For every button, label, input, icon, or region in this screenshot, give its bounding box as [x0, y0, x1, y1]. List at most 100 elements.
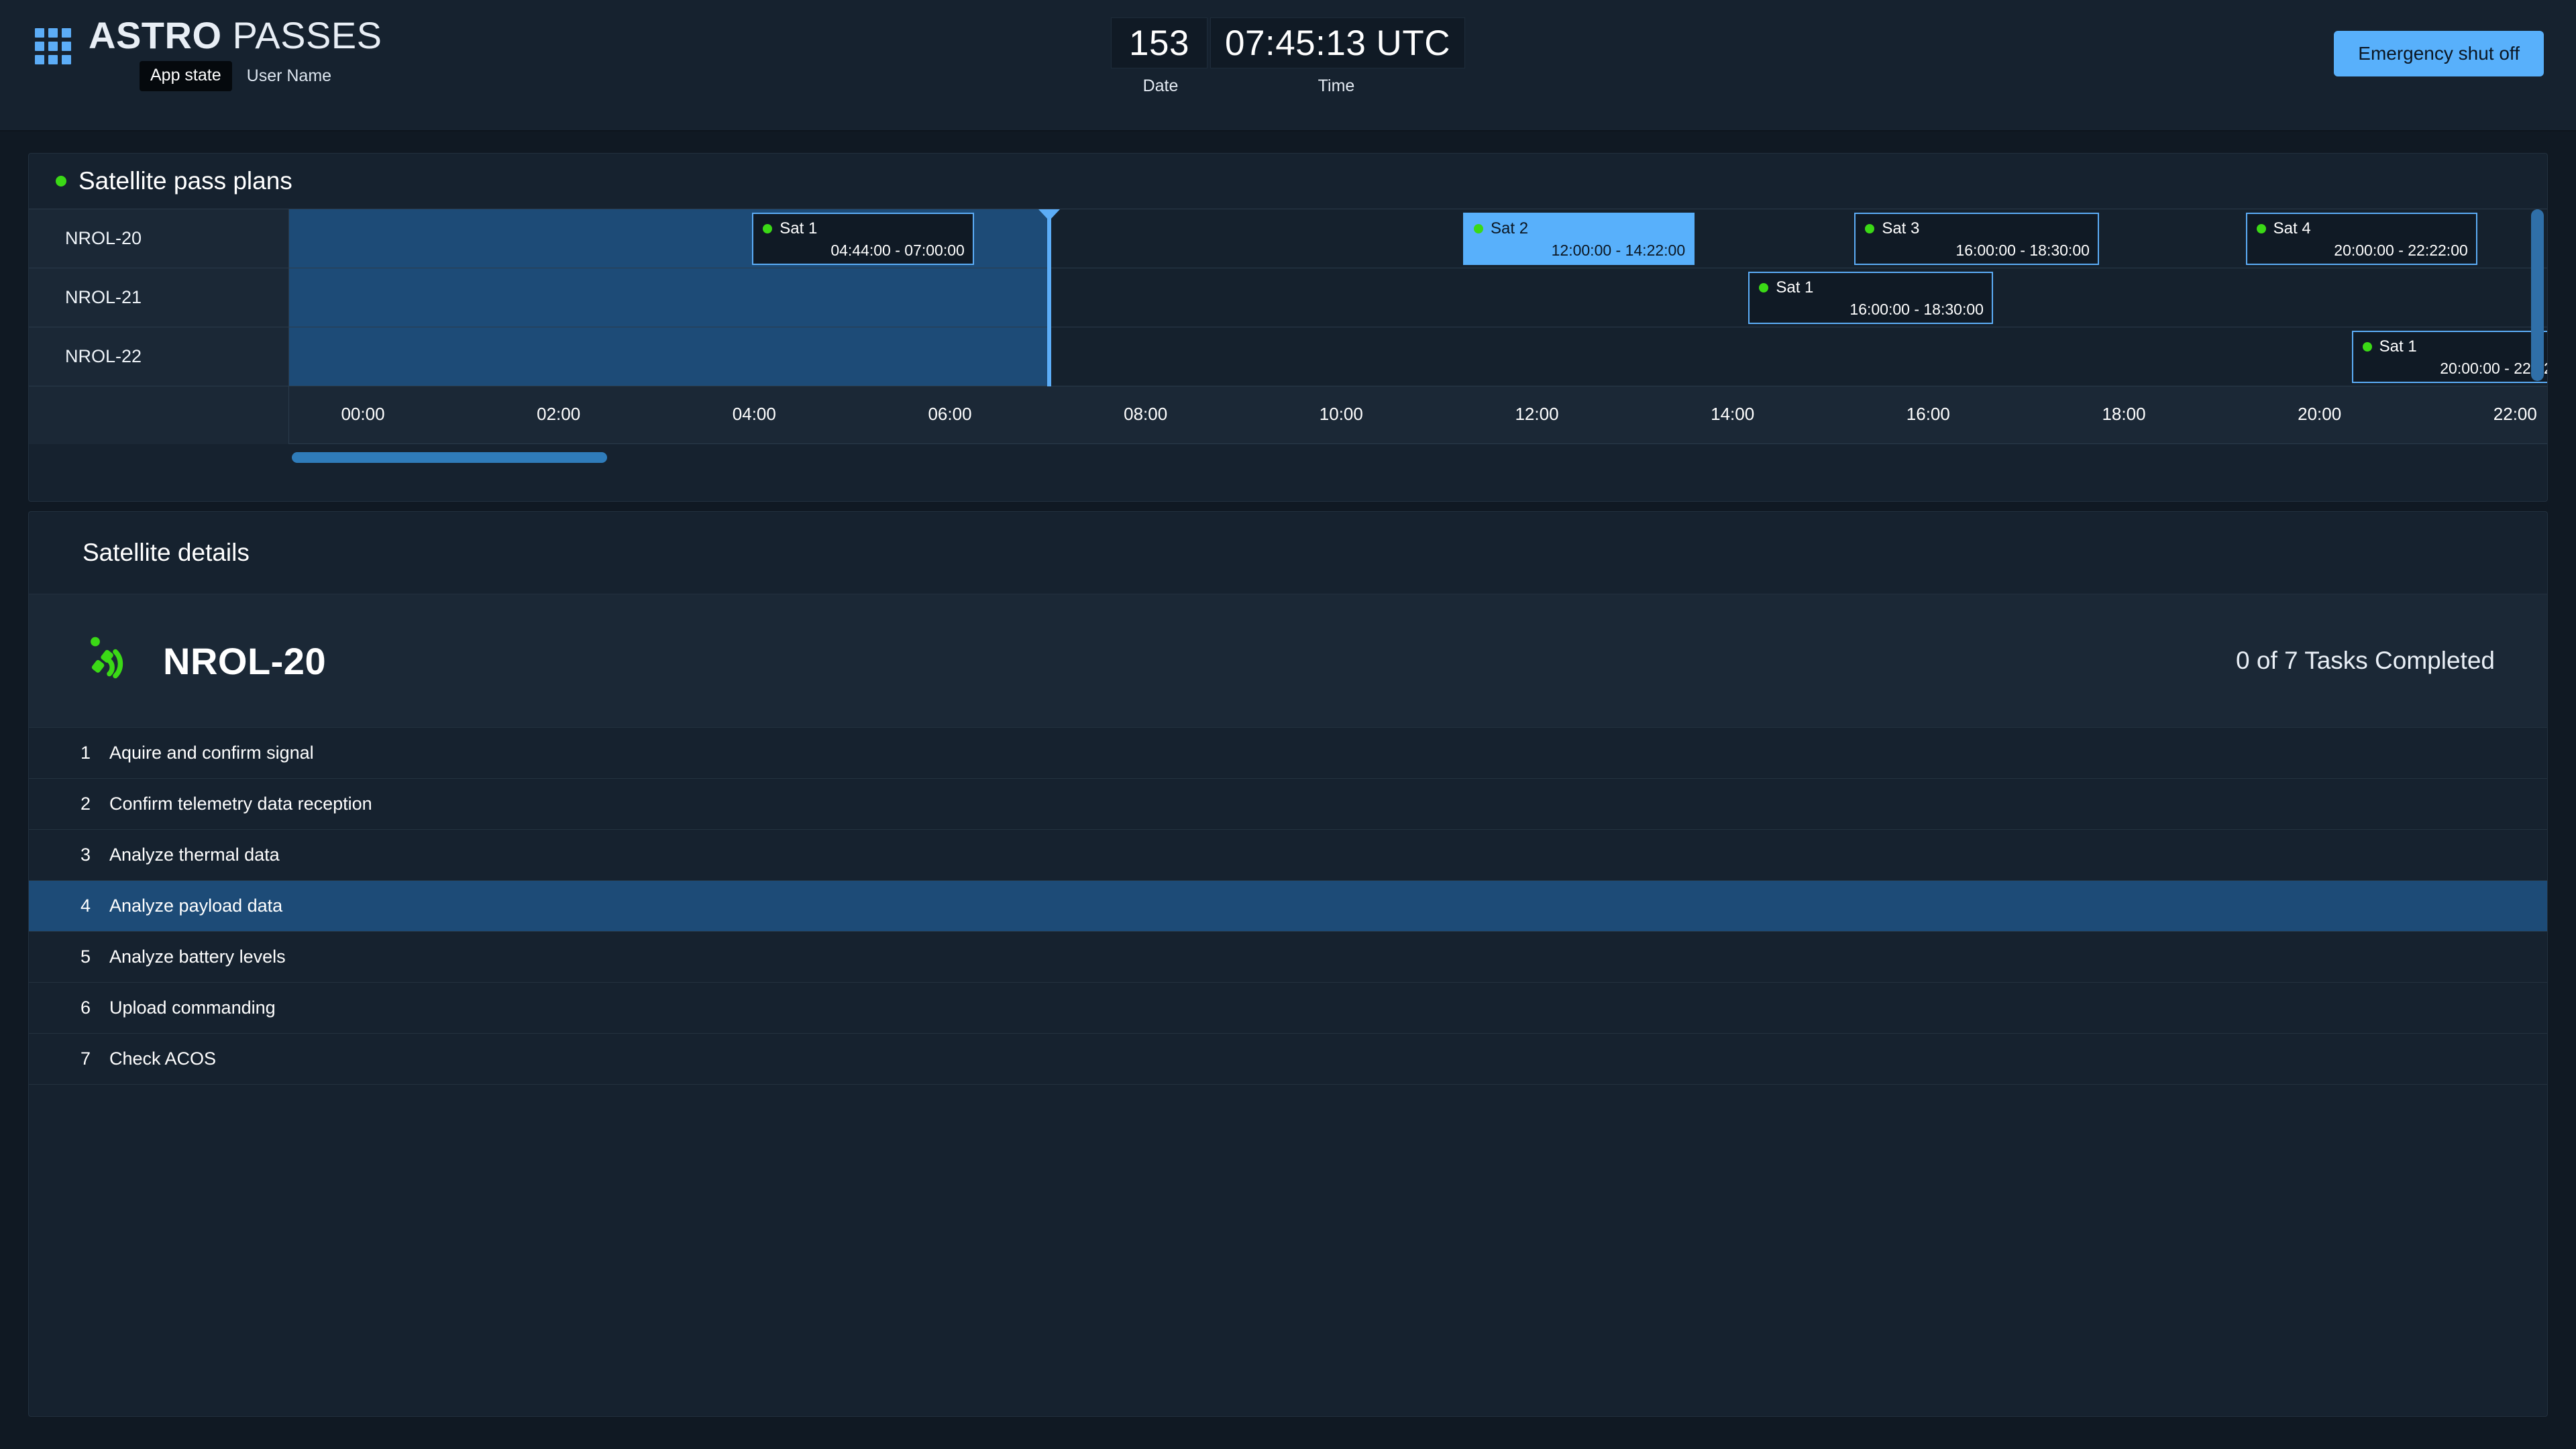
- details-header: Satellite details: [29, 512, 2547, 594]
- task-number: 6: [80, 998, 91, 1018]
- pass-name: Sat 4: [2273, 219, 2311, 237]
- pass-time-range: 12:00:00 - 14:22:00: [1551, 241, 1686, 259]
- task-row[interactable]: 1 Aquire and confirm signal: [29, 728, 2547, 779]
- pass-time-range: 20:00:00 - 22:22:00: [2440, 360, 2547, 377]
- grid-apps-icon[interactable]: [35, 28, 71, 64]
- task-row[interactable]: 4 Analyze payload data: [29, 881, 2547, 932]
- axis-tick-label: 04:00: [732, 404, 776, 424]
- status-dot-icon: [56, 176, 66, 186]
- lane-elapsed-region: [289, 327, 1048, 386]
- timeline-row-label[interactable]: NROL-20: [29, 209, 289, 268]
- task-row[interactable]: 2 Confirm telemetry data reception: [29, 779, 2547, 830]
- axis-tick-label: 16:00: [1906, 404, 1950, 424]
- task-label: Analyze thermal data: [109, 845, 280, 865]
- app-title-bold: ASTRO: [89, 14, 222, 56]
- axis-tick-label: 12:00: [1515, 404, 1559, 424]
- satellite-banner: NROL-20 0 of 7 Tasks Completed: [29, 594, 2547, 728]
- axis-tick-label: 14:00: [1711, 404, 1755, 424]
- satellite-pass-block[interactable]: Sat 1 16:00:00 - 18:30:00: [1748, 272, 1993, 324]
- scrollbar-thumb[interactable]: [292, 452, 607, 463]
- task-label: Analyze battery levels: [109, 947, 286, 967]
- pass-time-range: 16:00:00 - 18:30:00: [1849, 301, 1984, 318]
- task-number: 2: [80, 794, 91, 814]
- pass-status-dot-icon: [2362, 342, 2372, 352]
- satellite-pass-plans-card: Satellite pass plans NROL-20 NROL-21 NROL-…: [28, 153, 2548, 502]
- timeline-row-labels: NROL-20 NROL-21 NROL-22: [29, 209, 289, 444]
- axis-tick-label: 08:00: [1124, 404, 1168, 424]
- timeline-lane[interactable]: Sat 1 04:44:00 - 07:00:00 Sat 2 12:00:00 - …: [289, 209, 2547, 268]
- details-title: Satellite details: [83, 539, 250, 566]
- tasks-completed-status: 0 of 7 Tasks Completed: [2236, 647, 2495, 674]
- satellite-details-card: Satellite details NROL-20 0 of 7 Tasks C…: [28, 511, 2548, 1417]
- timeline-lanes[interactable]: Sat 1 04:44:00 - 07:00:00 Sat 2 12:00:00 - …: [289, 209, 2547, 444]
- satellite-signal-icon: [91, 637, 123, 679]
- timeline-title: Satellite pass plans: [78, 167, 292, 195]
- task-number: 7: [80, 1049, 91, 1069]
- timeline-vertical-scrollbar[interactable]: [2531, 209, 2544, 386]
- task-row[interactable]: 3 Analyze thermal data: [29, 830, 2547, 881]
- app-title-rest: PASSES: [221, 14, 382, 56]
- axis-tick-label: 02:00: [537, 404, 581, 424]
- pass-status-dot-icon: [763, 224, 773, 233]
- task-label: Upload commanding: [109, 998, 276, 1018]
- timeline-horizontal-scrollbar[interactable]: [29, 444, 2547, 471]
- timeline-row-label[interactable]: NROL-21: [29, 268, 289, 327]
- pass-status-dot-icon: [1474, 224, 1483, 233]
- app-header: ASTRO PASSES App state User Name 153 07:…: [0, 0, 2576, 131]
- axis-tick-label: 00:00: [341, 404, 385, 424]
- current-time-playhead[interactable]: [1047, 209, 1052, 386]
- task-label: Check ACOS: [109, 1049, 217, 1069]
- axis-tick-label: 22:00: [2493, 404, 2537, 424]
- task-number: 1: [80, 743, 91, 763]
- satellite-pass-block[interactable]: Sat 1 20:00:00 - 22:22:00: [2351, 331, 2547, 383]
- app-state-badge: App state: [140, 61, 232, 92]
- task-number: 4: [80, 896, 91, 916]
- pass-name: Sat 1: [780, 219, 818, 237]
- task-number: 3: [80, 845, 91, 865]
- task-row[interactable]: 7 Check ACOS: [29, 1034, 2547, 1085]
- satellite-pass-block[interactable]: Sat 3 16:00:00 - 18:30:00: [1854, 213, 2099, 265]
- axis-tick-label: 10:00: [1319, 404, 1363, 424]
- axis-tick-label: 20:00: [2298, 404, 2342, 424]
- pass-status-dot-icon: [2256, 224, 2266, 233]
- timeline-header: Satellite pass plans: [29, 154, 2547, 209]
- satellite-pass-block[interactable]: Sat 1 04:44:00 - 07:00:00: [752, 213, 974, 265]
- date-value: 153: [1111, 17, 1208, 68]
- task-label: Confirm telemetry data reception: [109, 794, 372, 814]
- pass-time-range: 20:00:00 - 22:22:00: [2334, 241, 2468, 259]
- timeline-time-axis: 00:00 02:00 04:00 06:00 08:00 10:00 12:00 14:00…: [289, 386, 2547, 444]
- satellite-pass-block[interactable]: Sat 2 12:00:00 - 14:22:00: [1463, 213, 1695, 265]
- pass-name: Sat 2: [1491, 219, 1529, 237]
- row-labels-axis-spacer: [29, 386, 289, 444]
- task-list: 1 Aquire and confirm signal 2 Confirm telem…: [29, 728, 2547, 1085]
- task-label: Analyze payload data: [109, 896, 283, 916]
- satellite-name: NROL-20: [163, 639, 327, 682]
- task-number: 5: [80, 947, 91, 967]
- emergency-shut-off-button[interactable]: Emergency shut off: [2334, 31, 2544, 76]
- task-label: Aquire and confirm signal: [109, 743, 314, 763]
- pass-time-range: 04:44:00 - 07:00:00: [830, 241, 965, 259]
- brand-block: ASTRO PASSES App state User Name: [35, 16, 382, 92]
- lane-elapsed-region: [289, 268, 1048, 327]
- pass-time-range: 16:00:00 - 18:30:00: [1955, 241, 2090, 259]
- pass-name: Sat 1: [2379, 337, 2417, 356]
- pass-status-dot-icon: [1865, 224, 1875, 233]
- timeline-body: NROL-20 NROL-21 NROL-22 Sat 1 04:44:00 - 07…: [29, 209, 2547, 444]
- scrollbar-thumb[interactable]: [2531, 209, 2544, 381]
- task-row[interactable]: 6 Upload commanding: [29, 983, 2547, 1034]
- pass-status-dot-icon: [1759, 283, 1769, 292]
- pass-name: Sat 1: [1776, 278, 1814, 297]
- clock-block: 153 07:45:13 UTC Date Time: [1111, 17, 1465, 96]
- axis-tick-label: 06:00: [928, 404, 972, 424]
- timeline-row-label[interactable]: NROL-22: [29, 327, 289, 386]
- time-value: 07:45:13 UTC: [1210, 17, 1465, 68]
- pass-name: Sat 3: [1882, 219, 1920, 237]
- task-row[interactable]: 5 Analyze battery levels: [29, 932, 2547, 983]
- timeline-lane[interactable]: Sat 1 20:00:00 - 22:22:00: [289, 327, 2547, 386]
- satellite-pass-block[interactable]: Sat 4 20:00:00 - 22:22:00: [2245, 213, 2477, 265]
- page-title: ASTRO PASSES: [89, 16, 382, 54]
- user-name-label[interactable]: User Name: [247, 66, 331, 86]
- axis-tick-label: 18:00: [2102, 404, 2146, 424]
- time-label: Time: [1318, 76, 1355, 95]
- timeline-lane[interactable]: Sat 1 16:00:00 - 18:30:00: [289, 268, 2547, 327]
